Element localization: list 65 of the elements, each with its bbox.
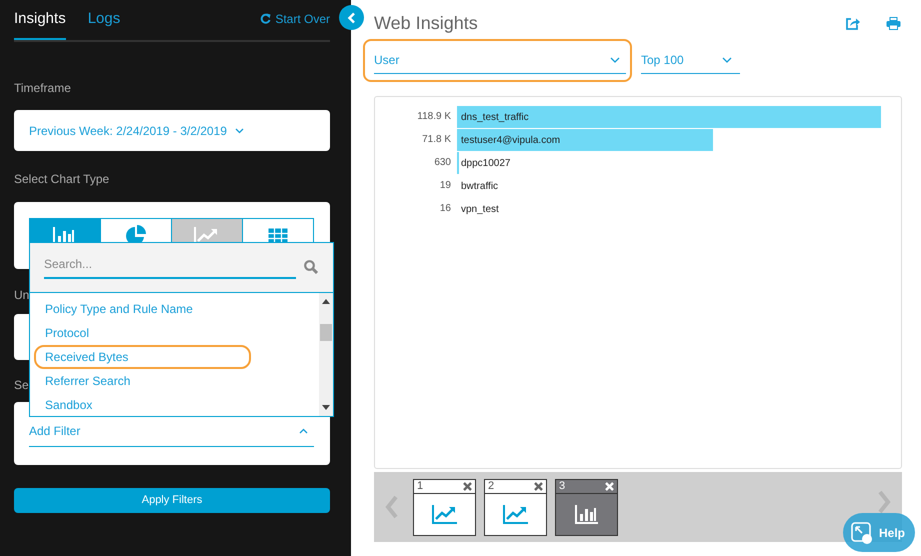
close-icon [534, 482, 543, 490]
line-chart-icon [432, 504, 458, 524]
search-field[interactable]: Search... [44, 255, 296, 279]
dropdown-item[interactable]: Received Bytes [34, 345, 251, 369]
chevron-down-icon [722, 57, 732, 63]
limit-dropdown[interactable]: Top 100 [641, 51, 740, 74]
thumbnail-number: 3 [559, 478, 566, 494]
close-button[interactable] [463, 482, 472, 490]
value-label: 71.8 K [421, 133, 452, 147]
apply-filters-button[interactable]: Apply Filters [14, 488, 330, 512]
dropdown-item[interactable]: Policy Type and Rule Name [34, 297, 251, 321]
add-filter-dropdown[interactable]: Add Filter [29, 422, 314, 446]
scroll-down-icon [322, 405, 330, 410]
refresh-icon [260, 13, 272, 24]
close-icon [463, 482, 472, 490]
print-button[interactable] [886, 17, 901, 30]
close-icon [605, 482, 614, 490]
page-title: Web Insights [374, 12, 478, 35]
category-label: testuser4@vipula.com [461, 134, 560, 148]
chevron-right-icon [877, 490, 891, 514]
tab[interactable]: Insights [14, 0, 66, 40]
collapse-button[interactable] [339, 5, 364, 30]
dropdown-item[interactable]: Referrer Search [34, 369, 251, 393]
chevron-down-icon [610, 57, 620, 63]
chart-thumbnail[interactable]: 2 [484, 478, 547, 536]
search-icon [304, 260, 318, 274]
chevron-left-icon [385, 495, 399, 519]
section-label: Se [14, 378, 29, 392]
scrollbar[interactable] [319, 293, 333, 416]
start-over-link[interactable]: Start Over [260, 10, 330, 40]
value-label: 630 [433, 156, 452, 170]
dropdown-item[interactable]: Protocol [34, 321, 251, 345]
category-label: dns_test_traffic [461, 110, 529, 124]
scroll-thumb[interactable] [320, 324, 332, 341]
thumbnail-number: 1 [417, 478, 424, 494]
chart-thumbnail[interactable]: 3 [555, 478, 618, 536]
value-label: 19 [438, 179, 452, 193]
section-label: Un [14, 288, 30, 302]
chevron-up-icon [299, 428, 308, 434]
value-label: 118.9 K [416, 110, 452, 124]
share-icon [846, 17, 860, 30]
next-button[interactable] [877, 490, 891, 514]
timeframe-dropdown[interactable]: Previous Week: 2/24/2019 - 3/2/2019 [29, 122, 244, 140]
category-label: dppc10027 [461, 156, 510, 170]
chevron-left-icon [346, 12, 356, 24]
print-icon [886, 17, 901, 30]
chart-thumbnail[interactable]: 1 [413, 478, 476, 536]
close-button[interactable] [534, 482, 543, 490]
help-icon [850, 522, 873, 544]
search-bar[interactable]: Search... [30, 243, 333, 293]
section-label: Select Chart Type [14, 170, 110, 188]
value-label: 16 [438, 202, 452, 216]
category-label: bwtraffic [461, 180, 498, 194]
scroll-up-icon [322, 299, 330, 304]
dropdown-item[interactable]: Sandbox [34, 393, 251, 416]
line-chart-icon [502, 504, 528, 524]
group-by-dropdown[interactable]: User [374, 51, 626, 74]
tab[interactable]: Logs [88, 0, 120, 40]
category-label: vpn_test [461, 202, 499, 216]
thumbnail-number: 2 [488, 478, 494, 494]
help-button[interactable]: Help [842, 513, 915, 552]
chevron-down-icon [234, 128, 244, 134]
section-label: Timeframe [14, 80, 71, 96]
bar-chart-icon [574, 504, 598, 524]
share-button[interactable] [846, 17, 860, 30]
